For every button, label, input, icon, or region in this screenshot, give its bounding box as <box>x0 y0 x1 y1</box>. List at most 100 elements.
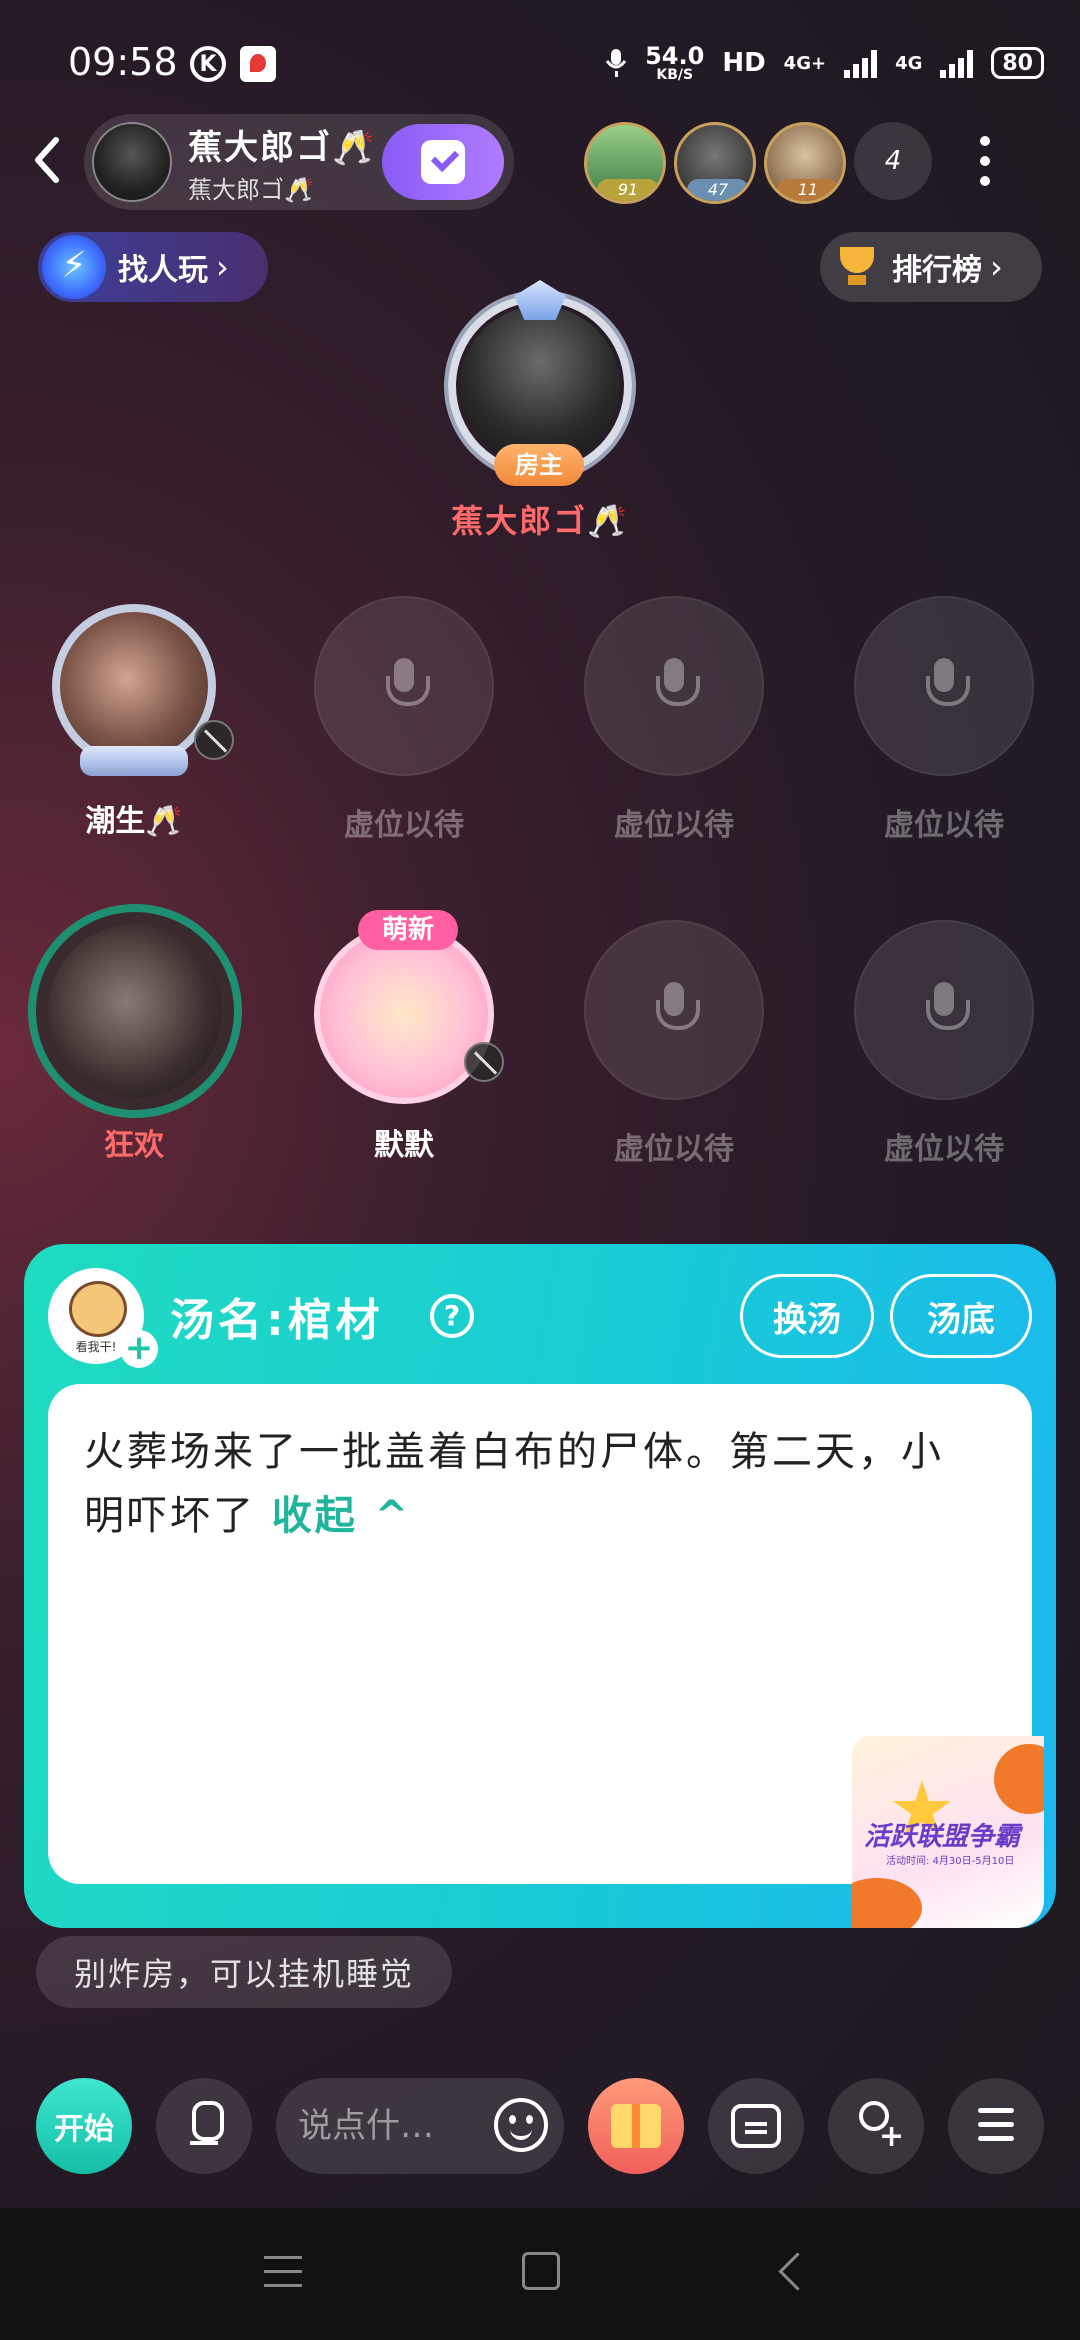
status-indicators: 54.0 KB/S HD 4G+ 4G 80 <box>605 44 1044 82</box>
signal-bars-2-icon <box>940 48 974 78</box>
battery-indicator: 80 <box>991 47 1044 79</box>
host-avatar[interactable] <box>92 122 172 202</box>
decor-orb-icon <box>852 1878 922 1928</box>
seat-7-name: 虚位以待 <box>614 1132 734 1167</box>
decor-orb-icon <box>994 1744 1044 1814</box>
menu-icon <box>974 2108 1018 2144</box>
seat-6-name: 默默 <box>374 1128 434 1163</box>
host-name: 蕉大郎ゴ🥂 <box>188 128 377 168</box>
hd-indicator: HD <box>722 48 766 78</box>
collapse-link[interactable]: 收起 ^ <box>272 1493 411 1539</box>
seat-1-name: 潮生🥂 <box>85 804 183 839</box>
viewer-level-badge: 91 <box>597 179 659 201</box>
chat-bubble-icon <box>731 2104 781 2148</box>
add-user-icon <box>851 2101 904 2154</box>
viewer-avatar-3[interactable]: 11 <box>764 122 846 204</box>
messages-button[interactable] <box>708 2078 804 2174</box>
host-seat-avatar <box>460 306 620 466</box>
follow-button[interactable] <box>382 124 504 200</box>
chat-input-pill[interactable] <box>276 2078 564 2174</box>
seat-4-name: 虚位以待 <box>884 808 1004 843</box>
microphone-icon <box>924 658 970 714</box>
back-arrow-icon[interactable] <box>22 130 74 190</box>
network-type-1: 4G+ <box>783 52 827 74</box>
soup-question-text: 火葬场来了一批盖着白布的尸体。第二天，小明吓坏了 收起 ^ <box>84 1420 984 1548</box>
network-type-2: 4G <box>895 52 923 74</box>
menu-button[interactable] <box>948 2078 1044 2174</box>
invite-user-button[interactable] <box>828 2078 924 2174</box>
seat-5[interactable] <box>28 904 242 1118</box>
chat-input[interactable] <box>298 2096 478 2156</box>
gift-button[interactable] <box>588 2078 684 2174</box>
viewer-level-badge: 11 <box>777 179 839 201</box>
trophy-icon <box>832 245 882 289</box>
status-bar: 09:58 K 54.0 KB/S HD 4G+ 4G 80 <box>0 0 1080 110</box>
microphone-icon <box>184 2101 224 2151</box>
mic-toggle-button[interactable] <box>156 2078 252 2174</box>
emoji-icon[interactable] <box>494 2098 548 2152</box>
checkmark-icon <box>421 140 465 184</box>
event-date: 活动时间: 4月30日-5月10日 <box>886 1856 1015 1867</box>
microphone-icon <box>654 658 700 714</box>
gift-icon <box>611 2104 661 2148</box>
soup-title: 汤名:棺材 <box>170 1295 384 1346</box>
k-app-icon: K <box>190 46 226 82</box>
viewer-count[interactable]: 4 <box>854 122 932 200</box>
seat-2-name: 虚位以待 <box>344 808 464 843</box>
event-banner[interactable]: 活跃联盟争霸 活动时间: 4月30日-5月10日 <box>852 1736 1044 1928</box>
home-icon[interactable] <box>522 2252 560 2290</box>
leaderboard-label: 排行榜 <box>892 253 982 288</box>
event-title: 活跃联盟争霸 <box>864 1822 1021 1852</box>
seat-6[interactable]: 萌新 <box>314 910 504 1104</box>
viewer-avatar-1[interactable]: 91 <box>584 122 666 204</box>
nav-back-icon[interactable] <box>776 2252 812 2292</box>
recents-icon[interactable] <box>264 2256 302 2290</box>
leaderboard-button[interactable]: 排行榜 › <box>820 232 1042 302</box>
viewer-level-badge: 47 <box>687 179 749 201</box>
seat-3-name: 虚位以待 <box>614 808 734 843</box>
switch-soup-button[interactable]: 换汤 <box>740 1274 874 1358</box>
start-button[interactable]: 开始 <box>36 2078 132 2174</box>
microphone-status-icon <box>605 49 627 77</box>
chevron-right-icon: › <box>990 248 1003 286</box>
status-time: 09:58 <box>68 40 178 84</box>
room-tip: 别炸房，可以挂机睡觉 <box>36 1936 452 2008</box>
seat-7-empty[interactable] <box>584 920 764 1100</box>
network-speed-unit: KB/S <box>656 67 694 83</box>
lightning-icon <box>42 235 106 299</box>
seat-frame-ornament-icon <box>80 746 188 776</box>
add-icon[interactable]: + <box>120 1330 158 1368</box>
seat-8-name: 虚位以待 <box>884 1132 1004 1167</box>
seat-5-name: 狂欢 <box>104 1128 164 1163</box>
host-tag: 房主 <box>494 444 584 486</box>
find-players-button[interactable]: 找人玩 › <box>38 232 268 302</box>
host-seat-name: 蕉大郎ゴ🥂 <box>451 502 629 540</box>
signal-bars-1-icon <box>844 48 878 78</box>
help-icon[interactable]: ? <box>430 1294 474 1338</box>
host-info-pill[interactable]: 蕉大郎ゴ🥂 蕉大郎ゴ🥂 <box>84 114 514 210</box>
seat-3-empty[interactable] <box>584 596 764 776</box>
seat-2-empty[interactable] <box>314 596 494 776</box>
seat-8-empty[interactable] <box>854 920 1034 1100</box>
seat-avatar <box>314 924 494 1104</box>
seat-1[interactable] <box>44 596 234 776</box>
newbie-badge: 萌新 <box>358 910 458 950</box>
seat-avatar <box>52 604 216 768</box>
soup-answer-button[interactable]: 汤底 <box>890 1274 1032 1358</box>
network-speed-value: 54.0 <box>645 42 705 70</box>
microphone-icon <box>654 982 700 1038</box>
system-nav-bar <box>0 2208 1080 2340</box>
soup-question: 火葬场来了一批盖着白布的尸体。第二天，小明吓坏了 <box>84 1429 944 1539</box>
network-speed: 54.0 KB/S <box>645 44 704 82</box>
microphone-icon <box>924 982 970 1038</box>
more-options-icon[interactable] <box>970 130 1000 194</box>
chevron-right-icon: › <box>216 248 229 286</box>
microphone-icon <box>384 658 430 714</box>
find-players-label: 找人玩 <box>118 253 208 288</box>
muted-mic-icon <box>194 720 234 760</box>
cartoon-face-icon <box>69 1281 127 1337</box>
viewer-avatar-2[interactable]: 47 <box>674 122 756 204</box>
seat-4-empty[interactable] <box>854 596 1034 776</box>
host-id: 蕉大郎ゴ🥂 <box>188 176 314 204</box>
muted-mic-icon <box>464 1042 504 1082</box>
